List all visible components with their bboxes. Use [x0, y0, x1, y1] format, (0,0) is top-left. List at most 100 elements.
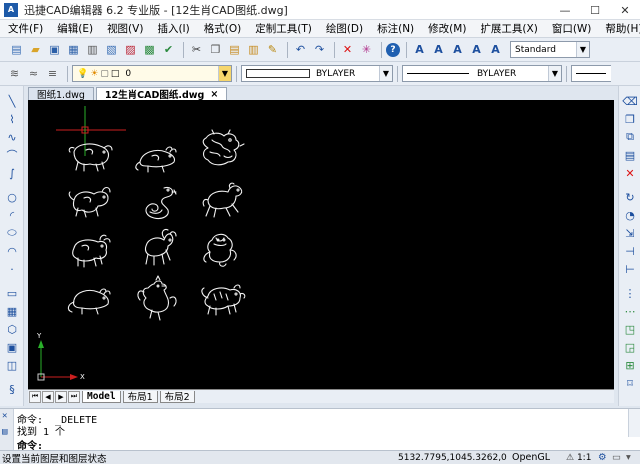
paste-icon[interactable]: ▤	[226, 41, 243, 58]
rotate-icon[interactable]: ↻	[622, 190, 638, 204]
fullscreen-icon[interactable]: ▭	[612, 452, 621, 463]
break-icon[interactable]: ⋮	[622, 286, 638, 300]
block-icon[interactable]: ◫	[4, 358, 20, 372]
mirror-icon[interactable]: ⧉	[622, 130, 638, 144]
settings-icon[interactable]: ⚙	[598, 452, 607, 463]
close-tab-icon[interactable]: ×	[210, 89, 218, 100]
curve-icon[interactable]: ∫	[4, 166, 20, 180]
layer-manager-icon[interactable]: ≋	[6, 65, 23, 82]
arc-3pt-icon[interactable]: ◜	[4, 208, 20, 222]
array-icon[interactable]: ⊞	[622, 358, 638, 372]
erase-icon[interactable]: ⌫	[622, 94, 638, 108]
menu-help[interactable]: 帮助(H)	[605, 21, 640, 36]
prev-layout-icon[interactable]: ◀	[42, 390, 54, 403]
zodiac-snake-drawing[interactable]	[145, 186, 177, 220]
zodiac-horse-drawing[interactable]	[202, 182, 243, 218]
new-icon[interactable]: ▤	[8, 41, 25, 58]
print-icon[interactable]: ▥	[84, 41, 101, 58]
menu-window[interactable]: 窗口(W)	[552, 21, 592, 36]
chevron-down-icon[interactable]: ▼	[548, 66, 561, 81]
offset-icon[interactable]: ▤	[622, 148, 638, 162]
redo-icon[interactable]: ↷	[311, 41, 328, 58]
polygon-icon[interactable]: ⬡	[4, 322, 20, 336]
menu-tools[interactable]: 定制工具(T)	[255, 21, 312, 36]
zodiac-goat-drawing[interactable]	[144, 228, 177, 266]
tab-drawing1[interactable]: 图纸1.dwg	[28, 87, 94, 101]
annotation-scale[interactable]: ⚠ 1:1	[566, 453, 591, 463]
ellipse-arc-icon[interactable]: ◠	[4, 244, 20, 258]
region-icon[interactable]: ▣	[4, 340, 20, 354]
zodiac-pig-drawing[interactable]	[68, 143, 113, 172]
chevron-down-icon[interactable]: ▼	[379, 66, 392, 81]
trim-icon[interactable]: ⊣	[622, 244, 638, 258]
copy-object-icon[interactable]: ❐	[622, 112, 638, 126]
menu-edit[interactable]: 编辑(E)	[57, 21, 93, 36]
command-settings-icon[interactable]: ▤	[2, 427, 7, 437]
chamfer-icon[interactable]: ◳	[622, 322, 638, 336]
chevron-down-icon[interactable]: ▼	[218, 66, 231, 81]
menu-format[interactable]: 格式(O)	[204, 21, 241, 36]
paste-special-icon[interactable]: ▥	[245, 41, 262, 58]
menu-file[interactable]: 文件(F)	[8, 21, 43, 36]
command-scrollbar[interactable]	[628, 409, 640, 437]
line-icon[interactable]: ╲	[4, 94, 20, 108]
open-icon[interactable]: ▰	[27, 41, 44, 58]
text-find-icon[interactable]: A	[487, 41, 504, 58]
zodiac-tiger-drawing[interactable]	[201, 284, 246, 316]
rectangle-icon[interactable]: ▭	[4, 286, 20, 300]
drawing-canvas[interactable]: Y X	[28, 100, 614, 389]
tab-layout1[interactable]: 布局1	[122, 390, 158, 403]
close-button[interactable]: ✕	[610, 0, 640, 20]
spline-icon[interactable]: ∿	[4, 130, 20, 144]
text-scale-icon[interactable]: A	[468, 41, 485, 58]
zodiac-rat-drawing[interactable]	[135, 146, 177, 173]
menu-view[interactable]: 视图(V)	[107, 21, 143, 36]
help-icon[interactable]: ?	[386, 42, 400, 57]
text-style-icon[interactable]: A	[411, 41, 428, 58]
scale-icon[interactable]: ◔	[622, 208, 638, 222]
ellipse-icon[interactable]: ⬭	[4, 226, 20, 240]
menu-modify[interactable]: 修改(M)	[428, 21, 466, 36]
fillet-icon[interactable]: ◲	[622, 340, 638, 354]
save-icon[interactable]: ▣	[46, 41, 63, 58]
zodiac-rat-2-drawing[interactable]	[67, 288, 111, 315]
first-layout-icon[interactable]: ⏮	[29, 390, 41, 403]
publish-icon[interactable]: ▩	[141, 41, 158, 58]
chevron-down-icon[interactable]: ▼	[576, 42, 589, 57]
linetype-select[interactable]: BYLAYER ▼	[402, 65, 562, 82]
minimize-button[interactable]: —	[550, 0, 580, 20]
polyline-icon[interactable]: ⌇	[4, 112, 20, 126]
expand-icon[interactable]: ▾	[626, 452, 631, 463]
layer-previous-icon[interactable]: ≈	[25, 65, 42, 82]
text-edit-icon[interactable]: A	[449, 41, 466, 58]
zodiac-dog-drawing[interactable]	[68, 186, 111, 218]
hatch-icon[interactable]: ▦	[4, 304, 20, 318]
next-layout-icon[interactable]: ▶	[55, 390, 67, 403]
preview-icon[interactable]: ▧	[103, 41, 120, 58]
menu-extensions[interactable]: 扩展工具(X)	[480, 21, 537, 36]
menu-dimension[interactable]: 标注(N)	[377, 21, 414, 36]
menu-insert[interactable]: 插入(I)	[157, 21, 189, 36]
check-icon[interactable]: ✔	[160, 41, 177, 58]
delete-object-icon[interactable]: ✕	[622, 166, 638, 180]
layer-select[interactable]: 💡 ☀ ▢ □ 0 ▼	[72, 65, 232, 82]
cut-icon[interactable]: ✂	[188, 41, 205, 58]
color-select[interactable]: BYLAYER ▼	[241, 65, 393, 82]
layer-state-icon[interactable]: ≡	[44, 65, 61, 82]
explode-object-icon[interactable]: ⌑	[622, 376, 638, 390]
render-mode[interactable]: OpenGL	[512, 452, 550, 463]
insert-block-icon[interactable]: §	[4, 382, 20, 396]
join-icon[interactable]: ⋯	[622, 304, 638, 318]
zodiac-ox-drawing[interactable]	[72, 234, 111, 268]
delete-icon[interactable]: ✕	[339, 41, 356, 58]
tab-layout2[interactable]: 布局2	[159, 390, 195, 403]
close-command-icon[interactable]: ✕	[2, 411, 7, 421]
text-style-select[interactable]: Standard ▼	[510, 41, 590, 58]
undo-icon[interactable]: ↶	[292, 41, 309, 58]
lineweight-select[interactable]	[571, 65, 611, 82]
tab-zodiac-drawing[interactable]: 12生肖CAD图纸.dwg ×	[95, 87, 228, 101]
maximize-button[interactable]: ☐	[580, 0, 610, 20]
extend-icon[interactable]: ⊢	[622, 262, 638, 276]
match-properties-icon[interactable]: ✎	[264, 41, 281, 58]
copy-icon[interactable]: ❐	[207, 41, 224, 58]
